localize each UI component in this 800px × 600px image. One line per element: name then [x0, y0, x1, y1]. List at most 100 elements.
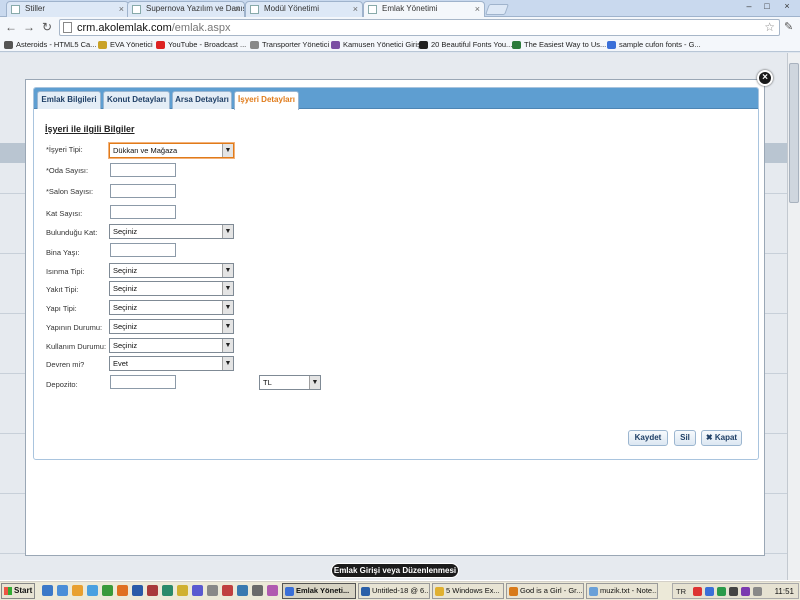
- back-button[interactable]: ←: [4, 20, 18, 34]
- taskbar: Start Emlak Yöneti... Untitled-18 @ 6...…: [0, 580, 800, 600]
- start-button[interactable]: Start: [1, 583, 35, 599]
- salon-sayisi-input[interactable]: [110, 184, 176, 198]
- field-label: Kullanım Durumu:: [46, 342, 107, 351]
- bookmark-icon: [156, 41, 165, 49]
- tab-arsa-detaylari[interactable]: Arsa Detayları: [172, 91, 232, 109]
- quick-launch-icon[interactable]: [177, 585, 188, 596]
- browser-tab-label: Stiller: [25, 4, 46, 13]
- quick-launch-icon[interactable]: [162, 585, 173, 596]
- quick-launch-icon[interactable]: [117, 585, 128, 596]
- page-scrollbar[interactable]: [787, 53, 800, 580]
- taskbar-item-music[interactable]: God is a Girl - Gr...: [506, 583, 584, 599]
- tray-icon[interactable]: [729, 587, 738, 596]
- browser-tab-modul[interactable]: Modül Yönetimi ×: [245, 1, 363, 17]
- tab-emlak-bilgileri[interactable]: Emlak Bilgileri: [37, 91, 101, 109]
- windows-logo-icon: [4, 587, 12, 595]
- chevron-down-icon: ▼: [222, 320, 233, 333]
- bina-yasi-input[interactable]: [110, 243, 176, 257]
- bookmark-star-icon[interactable]: ☆: [764, 20, 775, 35]
- tray-icon[interactable]: [741, 587, 750, 596]
- close-icon[interactable]: ×: [757, 70, 773, 86]
- bookmark-kamusen[interactable]: Kamusen Yönetici Girişi: [331, 39, 422, 51]
- close-tab-icon[interactable]: ×: [353, 2, 358, 16]
- dialog-tab-strip: Emlak Bilgileri Konut Detayları Arsa Det…: [34, 88, 758, 110]
- isyeri-tipi-select[interactable]: Dükkan ve Mağaza ▼: [109, 143, 234, 158]
- taskbar-item-emlak[interactable]: Emlak Yöneti...: [282, 583, 356, 599]
- quick-launch-icon[interactable]: [132, 585, 143, 596]
- url-text[interactable]: crm.akolemlak.com/emlak.aspx: [77, 21, 230, 35]
- quick-launch-icon[interactable]: [102, 585, 113, 596]
- quick-launch-icon[interactable]: [267, 585, 278, 596]
- devren-mi-select[interactable]: Evet ▼: [109, 356, 234, 371]
- browser-tab-supernova[interactable]: Supernova Yazılım ve Danışma ×: [127, 1, 245, 17]
- kullanim-durumu-select[interactable]: Seçiniz ▼: [109, 338, 234, 353]
- kat-sayisi-input[interactable]: [110, 205, 176, 219]
- quick-launch-icon[interactable]: [57, 585, 68, 596]
- browser-tab-label: Supernova Yazılım ve Danışma: [146, 4, 244, 13]
- yapinin-durumu-select[interactable]: Seçiniz ▼: [109, 319, 234, 334]
- depozito-input[interactable]: [110, 375, 176, 389]
- bulundugu-kat-select[interactable]: Seçiniz ▼: [109, 224, 234, 239]
- scrollbar-thumb[interactable]: [789, 63, 799, 203]
- task-label: Emlak Yöneti...: [296, 586, 350, 595]
- browser-tab-stiller[interactable]: Stiller ×: [6, 1, 129, 17]
- maximize-button[interactable]: □: [758, 1, 776, 13]
- quick-launch-icon[interactable]: [72, 585, 83, 596]
- quick-launch-icon[interactable]: [222, 585, 233, 596]
- chevron-down-icon: ▼: [222, 357, 233, 370]
- window-close-button[interactable]: ×: [778, 1, 796, 13]
- close-tab-icon[interactable]: ×: [235, 2, 240, 16]
- bookmark-icon: [331, 41, 340, 49]
- quick-launch-icon[interactable]: [207, 585, 218, 596]
- bookmark-fonts[interactable]: 20 Beautiful Fonts You...: [419, 39, 512, 51]
- quick-launch-icon[interactable]: [42, 585, 53, 596]
- select-value: Seçiniz: [113, 227, 138, 236]
- language-indicator[interactable]: TR: [676, 586, 686, 598]
- yapi-tipi-select[interactable]: Seçiniz ▼: [109, 300, 234, 315]
- bookmarks-bar: Asteroids - HTML5 Ca... EVA Yönetici You…: [0, 38, 800, 52]
- address-bar[interactable]: crm.akolemlak.com/emlak.aspx ☆: [59, 19, 780, 36]
- forward-button[interactable]: →: [22, 20, 36, 34]
- taskbar-item-notepad[interactable]: muzik.txt - Note...: [586, 583, 658, 599]
- quick-launch-icon[interactable]: [237, 585, 248, 596]
- bookmark-transporter[interactable]: Transporter Yönetici: [250, 39, 329, 51]
- browser-tab-emlak[interactable]: Emlak Yönetimi ×: [363, 1, 485, 18]
- clock: 11:51: [774, 587, 794, 596]
- taskbar-item-windows-explorer[interactable]: 5 Windows Ex...: [432, 583, 504, 599]
- tray-icon[interactable]: [717, 587, 726, 596]
- bookmark-cufon[interactable]: sample cufon fonts - G...: [607, 39, 701, 51]
- tab-isyeri-detaylari[interactable]: İşyeri Detayları: [234, 91, 299, 110]
- bookmark-icon: [98, 41, 107, 49]
- taskbar-item-untitled[interactable]: Untitled-18 @ 6...: [358, 583, 430, 599]
- bookmark-label: The Easiest Way to Us...: [524, 40, 607, 49]
- bookmark-youtube[interactable]: YouTube - Broadcast ...: [156, 39, 246, 51]
- quick-launch-icon[interactable]: [192, 585, 203, 596]
- bookmark-easiest-way[interactable]: The Easiest Way to Us...: [512, 39, 606, 51]
- quick-launch-icon[interactable]: [147, 585, 158, 596]
- tab-konut-detaylari[interactable]: Konut Detayları: [103, 91, 170, 109]
- bookmark-eva[interactable]: EVA Yönetici: [98, 39, 153, 51]
- delete-button[interactable]: Sil: [674, 430, 696, 446]
- page-icon: [250, 5, 259, 14]
- isinma-tipi-select[interactable]: Seçiniz ▼: [109, 263, 234, 278]
- new-tab-button[interactable]: [484, 4, 510, 15]
- tray-icon[interactable]: [693, 587, 702, 596]
- select-value: Dükkan ve Mağaza: [113, 146, 178, 155]
- minimize-button[interactable]: –: [740, 1, 758, 13]
- quick-launch-icon[interactable]: [252, 585, 263, 596]
- yakit-tipi-select[interactable]: Seçiniz ▼: [109, 281, 234, 296]
- reload-button[interactable]: ↻: [40, 20, 54, 34]
- select-value: Seçiniz: [113, 284, 138, 293]
- close-tab-icon[interactable]: ×: [119, 2, 124, 16]
- volume-icon[interactable]: [753, 587, 762, 596]
- bookmark-asteroids[interactable]: Asteroids - HTML5 Ca...: [4, 39, 96, 51]
- currency-select[interactable]: TL ▼: [259, 375, 321, 390]
- quick-launch-icon[interactable]: [87, 585, 98, 596]
- wrench-menu-icon[interactable]: ✎: [784, 20, 793, 33]
- chevron-down-icon: ▼: [222, 282, 233, 295]
- close-button[interactable]: ✖ Kapat: [701, 430, 742, 446]
- save-button[interactable]: Kaydet: [628, 430, 668, 446]
- oda-sayisi-input[interactable]: [110, 163, 176, 177]
- tray-icon[interactable]: [705, 587, 714, 596]
- close-tab-icon[interactable]: ×: [475, 2, 480, 16]
